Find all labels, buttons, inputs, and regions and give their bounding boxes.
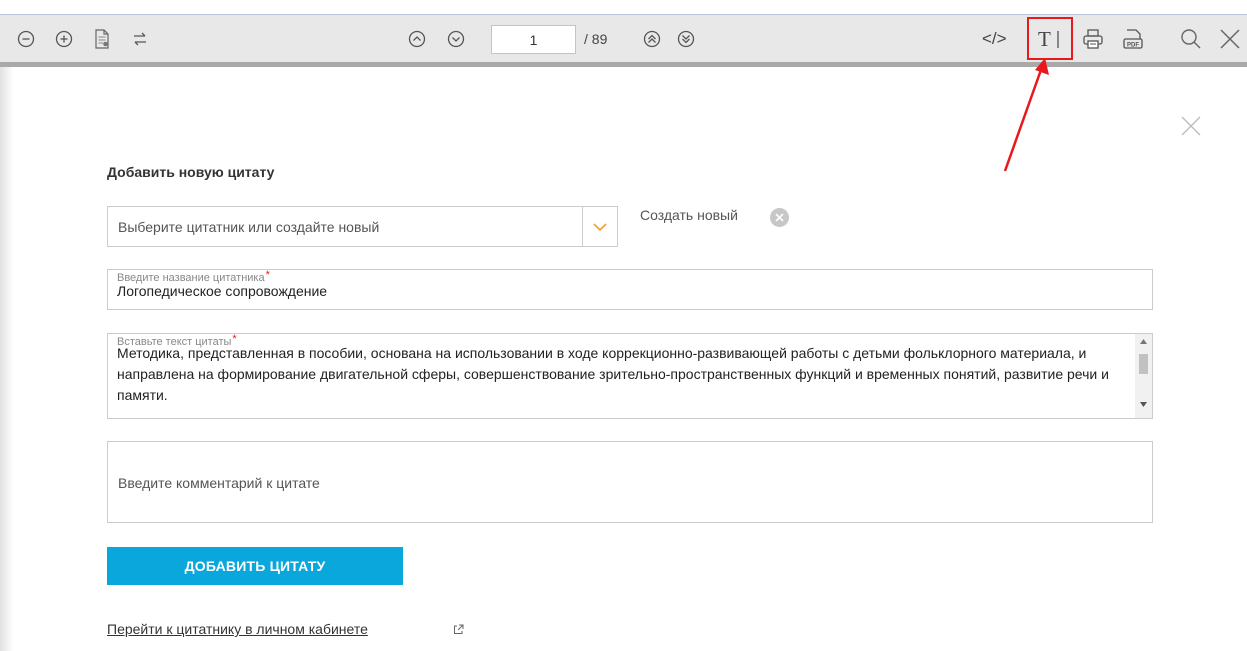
scroll-up-icon (1140, 339, 1147, 344)
page-total: / 89 (584, 31, 608, 47)
create-new-clear-icon[interactable] (770, 208, 789, 227)
comment-placeholder: Введите комментарий к цитате (118, 475, 320, 491)
scroll-down-icon (1140, 402, 1147, 407)
swap-icon[interactable] (128, 15, 152, 63)
svg-text:PDF: PDF (1127, 43, 1139, 49)
zoom-in-icon[interactable] (52, 15, 76, 63)
zoom-out-icon[interactable] (14, 15, 38, 63)
dialog-close-icon[interactable] (1180, 115, 1202, 137)
quotebook-name-value: Логопедическое сопровождение (117, 283, 328, 299)
search-icon[interactable] (1178, 15, 1204, 63)
page-shadow (0, 67, 14, 651)
viewer-toolbar: / 89 </> T PDF (0, 14, 1247, 62)
page-down-icon[interactable] (444, 15, 468, 63)
select-placeholder: Выберите цитатник или создайте новый (118, 219, 380, 235)
document-icon[interactable] (90, 15, 114, 63)
quotebook-select[interactable]: Выберите цитатник или создайте новый (107, 206, 618, 247)
print-icon[interactable] (1080, 15, 1106, 63)
quotebook-name-field[interactable]: Введите название цитатника* Логопедическ… (107, 269, 1153, 310)
page-up-icon[interactable] (405, 15, 429, 63)
external-link-icon (454, 624, 464, 634)
scroll-thumb[interactable] (1139, 354, 1148, 374)
create-new-label[interactable]: Создать новый (640, 207, 738, 223)
chevron-down-icon[interactable] (592, 220, 608, 239)
quote-text-value: Методика, представленная в пособии, осно… (117, 345, 1109, 403)
close-icon[interactable] (1216, 15, 1244, 63)
page-number-input[interactable] (491, 25, 576, 54)
cabinet-link[interactable]: Перейти к цитатнику в личном кабинете (107, 621, 368, 637)
last-page-icon[interactable] (674, 15, 698, 63)
select-divider (582, 207, 583, 246)
form-title: Добавить новую цитату (107, 164, 275, 180)
toolbar-divider (0, 62, 1247, 67)
first-page-icon[interactable] (640, 15, 664, 63)
quote-text-field[interactable]: Вставьте текст цитаты* Методика, предста… (107, 333, 1153, 419)
add-quote-button[interactable]: ДОБАВИТЬ ЦИТАТУ (107, 547, 403, 585)
svg-text:</>: </> (982, 29, 1007, 48)
svg-text:T: T (1038, 27, 1051, 51)
textarea-scrollbar[interactable] (1135, 334, 1152, 418)
pdf-icon[interactable]: PDF (1120, 15, 1146, 63)
comment-field[interactable]: Введите комментарий к цитате (107, 441, 1153, 523)
annotation-arrow (1003, 58, 1049, 172)
